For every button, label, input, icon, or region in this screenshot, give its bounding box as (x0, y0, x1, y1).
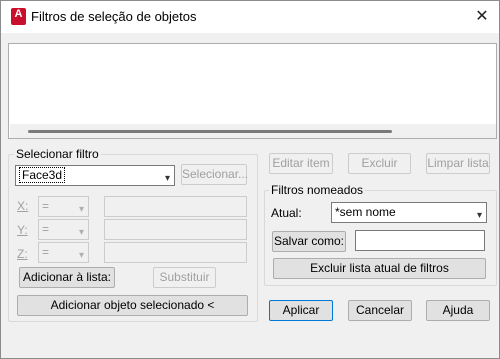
filter-type-value: Face3d (19, 167, 66, 183)
chevron-down-icon: ▾ (78, 204, 84, 215)
autocad-app-icon: A (11, 8, 26, 25)
z-operator-value: = (42, 245, 50, 259)
add-selected-object-button[interactable]: Adicionar objeto selecionado < (17, 295, 248, 316)
clear-list-button[interactable]: Limpar lista (426, 153, 490, 174)
filter-list[interactable] (8, 43, 497, 139)
object-selection-filters-dialog: A Filtros de seleção de objetos ✕ Seleci… (0, 0, 500, 359)
horizontal-scrollbar[interactable] (10, 124, 496, 138)
help-button[interactable]: Ajuda (426, 300, 490, 321)
close-icon[interactable]: ✕ (467, 3, 497, 31)
z-axis-label: Z: (17, 247, 28, 261)
select-filter-group-label: Selecionar filtro (14, 147, 101, 161)
chevron-down-icon: ▾ (164, 173, 170, 184)
named-filters-group-label: Filtros nomeados (269, 183, 366, 197)
y-operator-dropdown[interactable]: = ▾ (38, 219, 89, 240)
z-operator-dropdown[interactable]: = ▾ (38, 242, 89, 263)
delete-current-filter-list-button[interactable]: Excluir lista atual de filtros (273, 258, 486, 279)
z-value-field[interactable] (104, 242, 247, 263)
x-operator-value: = (42, 199, 50, 213)
save-as-name-field[interactable] (355, 230, 485, 251)
save-as-button[interactable]: Salvar como: (272, 231, 346, 252)
filter-type-dropdown[interactable]: Face3d ▾ (15, 165, 175, 186)
title-bar: A Filtros de seleção de objetos ✕ (1, 1, 499, 33)
current-filter-value: *sem nome (335, 205, 396, 219)
current-filter-dropdown[interactable]: *sem nome ▾ (331, 202, 487, 223)
scrollbar-thumb[interactable] (28, 130, 392, 133)
y-axis-label: Y: (17, 223, 28, 237)
current-label: Atual: (271, 206, 302, 220)
window-title: Filtros de seleção de objetos (31, 9, 197, 24)
y-operator-value: = (42, 222, 50, 236)
apply-button[interactable]: Aplicar (269, 300, 333, 321)
edit-item-button[interactable]: Editar item (269, 153, 333, 174)
replace-button[interactable]: Substituir (153, 267, 216, 288)
chevron-down-icon: ▾ (78, 227, 84, 238)
chevron-down-icon: ▾ (78, 250, 84, 261)
x-operator-dropdown[interactable]: = ▾ (38, 196, 89, 217)
y-value-field[interactable] (104, 219, 247, 240)
x-value-field[interactable] (104, 196, 247, 217)
delete-button[interactable]: Excluir (348, 153, 411, 174)
select-button[interactable]: Selecionar... (181, 164, 248, 185)
x-axis-label: X: (17, 199, 29, 213)
cancel-button[interactable]: Cancelar (348, 300, 412, 321)
add-to-list-button[interactable]: Adicionar à lista: (19, 267, 115, 288)
chevron-down-icon: ▾ (476, 210, 482, 221)
